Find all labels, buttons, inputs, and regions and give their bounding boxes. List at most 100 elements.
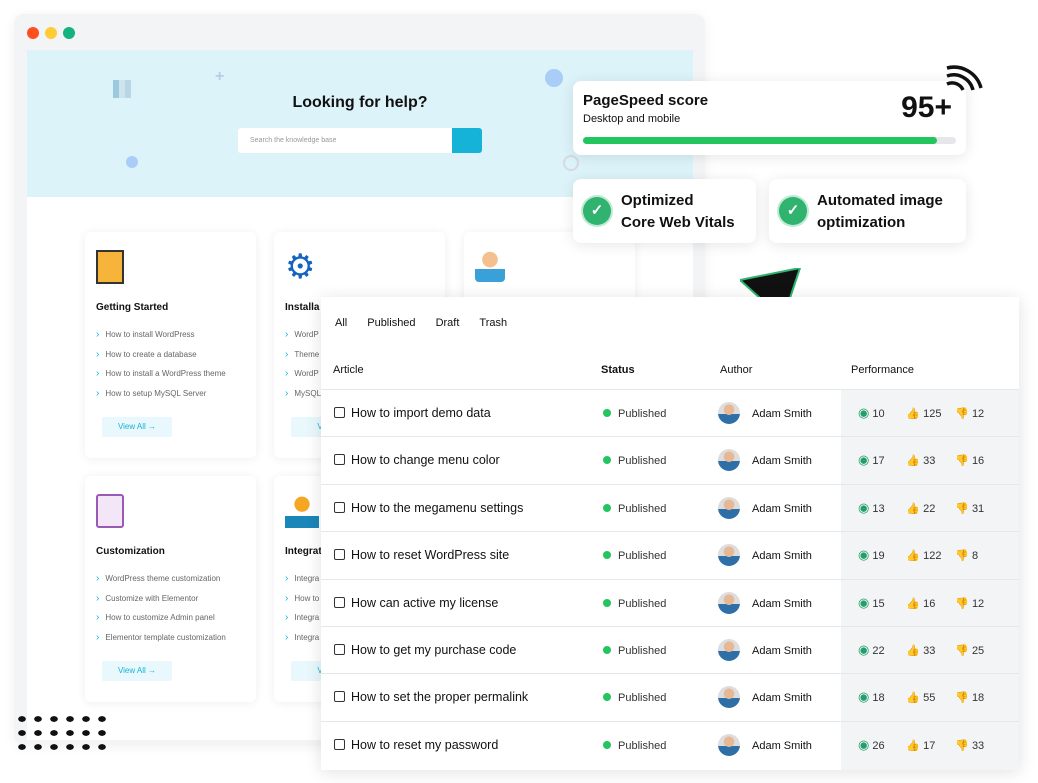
view-all-button[interactable]: View All →: [102, 417, 172, 437]
table-row[interactable]: How can active my license Published Adam…: [321, 578, 1019, 626]
performance-stats: ◉ 10 👍 125 👎 12: [858, 405, 984, 421]
table-row[interactable]: How to change menu color Published Adam …: [321, 436, 1019, 483]
card-link[interactable]: How to install a WordPress theme: [96, 368, 225, 388]
user-add-icon: [475, 250, 505, 282]
status-badge: Published: [603, 455, 666, 467]
search-decoration-icon: [563, 155, 579, 171]
card-link[interactable]: Theme: [285, 349, 321, 369]
card-link[interactable]: How to setup MySQL Server: [96, 388, 226, 408]
category-card-customization: Customization WordPress theme customizat…: [85, 476, 256, 702]
views-count: 22: [872, 645, 885, 657]
status-badge: Published: [603, 598, 666, 610]
pagespeed-subtitle: Desktop and mobile: [583, 113, 681, 125]
avatar: [718, 449, 740, 472]
tab-published[interactable]: Published: [367, 317, 415, 329]
tab-trash[interactable]: Trash: [479, 317, 507, 329]
card-link[interactable]: WordP: [285, 368, 321, 388]
eye-icon: ◉: [858, 499, 870, 515]
row-checkbox[interactable]: [334, 549, 345, 561]
thumbs-up-icon: 👍: [906, 455, 921, 468]
pagespeed-title: PageSpeed score: [583, 92, 709, 109]
card-link[interactable]: How to customize Admin panel: [96, 612, 226, 632]
eye-icon: ◉: [858, 594, 870, 610]
author-name: Adam Smith: [752, 692, 812, 705]
thumbs-down-icon: 👎: [955, 692, 969, 705]
table-row[interactable]: How to the megamenu settings Published A…: [321, 483, 1019, 531]
likes-count: 22: [923, 502, 936, 515]
likes-count: 55: [923, 692, 936, 705]
document-icon: [96, 250, 124, 284]
close-dot[interactable]: [27, 27, 39, 39]
likes-count: 17: [923, 739, 936, 752]
status-badge: Published: [603, 503, 666, 515]
dots-decoration: [14, 712, 114, 757]
card-link[interactable]: Customize with Elementor: [96, 593, 226, 613]
row-checkbox[interactable]: [334, 407, 345, 418]
views-count: 18: [872, 692, 885, 705]
row-checkbox[interactable]: [334, 691, 345, 703]
views-count: 10: [872, 408, 885, 420]
card-link[interactable]: Integra: [285, 632, 319, 652]
search-input[interactable]: Search the knowledge base: [238, 128, 452, 153]
card-link[interactable]: WordP: [285, 329, 321, 349]
thumbs-up-icon: 👍: [906, 408, 921, 420]
article-title[interactable]: How to get my purchase code: [351, 643, 516, 657]
table-row[interactable]: How to get my purchase code Published Ad…: [321, 626, 1019, 673]
avatar: [718, 686, 740, 709]
row-checkbox[interactable]: [334, 738, 345, 750]
card-link[interactable]: How to install WordPress: [96, 329, 226, 349]
avatar: [718, 402, 740, 424]
avatar: [718, 496, 740, 519]
article-title[interactable]: How can active my license: [351, 596, 498, 610]
tab-all[interactable]: All: [335, 317, 347, 329]
row-checkbox[interactable]: [334, 596, 345, 608]
card-link[interactable]: Integra: [285, 612, 319, 632]
column-header-author: Author: [720, 364, 753, 376]
dislikes-count: 16: [971, 455, 985, 468]
article-title[interactable]: How to change menu color: [351, 453, 500, 467]
article-title[interactable]: How to reset my password: [351, 738, 498, 752]
avatar: [718, 591, 740, 614]
status-badge: Published: [603, 740, 666, 752]
card-link[interactable]: MySQL: [285, 388, 321, 408]
thumbs-up-icon: 👍: [906, 692, 921, 705]
eye-icon: ◉: [858, 642, 870, 657]
vitals-card: ✓ Optimized Core Web Vitals: [573, 179, 756, 243]
table-row[interactable]: How to reset my password Published Adam …: [321, 720, 1019, 768]
article-title[interactable]: How to reset WordPress site: [351, 548, 509, 562]
plus-decoration-icon: +: [215, 68, 225, 85]
vitals-label: Automated image: [817, 192, 943, 209]
performance-stats: ◉ 22 👍 33 👎 25: [858, 642, 984, 658]
row-checkbox[interactable]: [334, 644, 345, 655]
table-row[interactable]: How to import demo data Published Adam S…: [321, 389, 1019, 436]
column-header-article: Article: [333, 364, 364, 376]
pagespeed-progress-fill: [583, 137, 938, 144]
performance-stats: ◉ 26 👍 17 👎 33: [858, 737, 984, 753]
column-header-performance: Performance: [851, 364, 914, 376]
row-checkbox[interactable]: [334, 501, 345, 513]
table-row[interactable]: How to reset WordPress site Published Ad…: [321, 531, 1019, 578]
likes-count: 33: [923, 645, 936, 657]
author-name: Adam Smith: [752, 739, 812, 752]
pagespeed-progress: [583, 137, 956, 144]
row-checkbox[interactable]: [334, 454, 345, 466]
edit-document-icon: [96, 494, 124, 528]
table-row[interactable]: How to set the proper permalink Publishe…: [321, 673, 1019, 720]
card-link[interactable]: Integra: [285, 573, 319, 593]
minimize-dot[interactable]: [45, 27, 57, 39]
view-all-button[interactable]: View All →: [102, 661, 172, 681]
maximize-dot[interactable]: [63, 27, 75, 39]
card-link[interactable]: Elementor template customization: [96, 632, 226, 652]
article-title[interactable]: How to the megamenu settings: [351, 501, 523, 515]
articles-table-panel: All Published Draft Trash Article Status Au…: [321, 297, 1019, 770]
tab-draft[interactable]: Draft: [436, 317, 460, 329]
card-link[interactable]: WordPress theme customization: [96, 573, 226, 593]
card-link[interactable]: How to: [285, 593, 319, 613]
card-link[interactable]: How to create a database: [96, 349, 226, 369]
article-title[interactable]: How to set the proper permalink: [351, 690, 528, 704]
pagespeed-score: 95+: [901, 91, 952, 124]
search-button[interactable]: [452, 128, 482, 153]
author-name: Adam Smith: [752, 455, 812, 468]
status-badge: Published: [603, 408, 666, 420]
article-title[interactable]: How to import demo data: [351, 406, 491, 420]
